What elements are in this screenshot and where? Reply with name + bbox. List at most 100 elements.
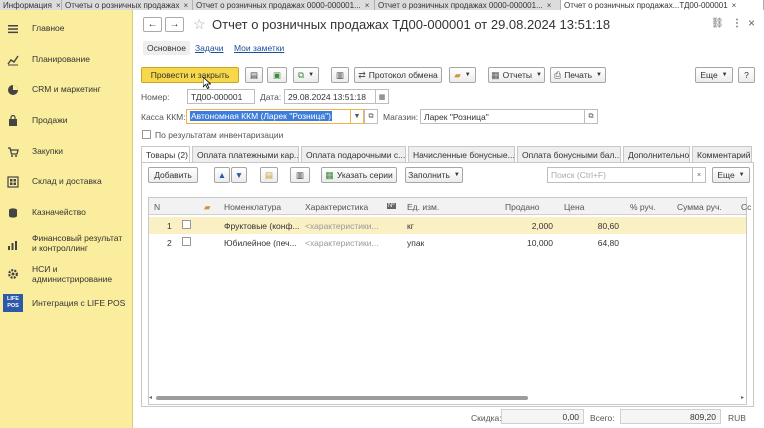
- scroll-right-icon[interactable]: ▸: [741, 394, 744, 401]
- col-item[interactable]: Номенклатура: [224, 202, 281, 212]
- sidebar-item-warehouse[interactable]: Склад и доставка: [0, 176, 133, 190]
- table-row[interactable]: 2 Юбилейное (печ... <характеристики... у…: [149, 234, 746, 251]
- sidebar-item-treasury[interactable]: Казначейство: [0, 207, 133, 221]
- tab-report-active[interactable]: Отчет о розничных продажах...ТД00-000001…: [561, 0, 764, 10]
- bag-icon: [9, 115, 17, 126]
- barcode-button[interactable]: ▥: [290, 167, 310, 183]
- move-up-button[interactable]: ▲: [214, 167, 230, 183]
- subnav-main[interactable]: Основное: [143, 41, 190, 55]
- tab-report-1[interactable]: Отчет о розничных продажах 0000-000001..…: [193, 0, 375, 10]
- shop-open-button[interactable]: ⧉: [584, 109, 598, 124]
- calendar-button[interactable]: ▦: [375, 89, 389, 104]
- structure-button[interactable]: ▥: [331, 67, 349, 83]
- tab-card-payments[interactable]: Оплата платежными кар...: [192, 146, 299, 162]
- chart-icon: [7, 55, 19, 66]
- back-button[interactable]: ←: [143, 17, 162, 32]
- exchange-protocol-button[interactable]: ⇄ Протокол обмена: [354, 67, 442, 83]
- exchange-icon: ⇄: [358, 69, 366, 80]
- sidebar-item-main[interactable]: Главное: [0, 23, 133, 37]
- sidebar-item-planning[interactable]: Планирование: [0, 54, 133, 68]
- discount-label: Скидка:: [471, 413, 502, 423]
- date-field[interactable]: 29.08.2024 13:51:18: [284, 89, 376, 104]
- create-based-on-button[interactable]: ⧉ ▼: [293, 67, 319, 83]
- attachments-button[interactable]: ▰ ▼: [449, 67, 476, 83]
- close-icon[interactable]: ×: [365, 1, 370, 10]
- close-icon[interactable]: ×: [732, 1, 737, 10]
- col-sold[interactable]: Продано: [505, 202, 540, 212]
- kkm-open-button[interactable]: ⧉: [364, 109, 378, 124]
- gear-icon: [8, 269, 18, 279]
- tab-reports-list[interactable]: Отчеты о розничных продажах ×: [62, 0, 193, 10]
- table-row[interactable]: 1 Фруктовые (конф... <характеристики... …: [149, 217, 746, 234]
- close-icon[interactable]: ×: [748, 16, 755, 30]
- pick-button[interactable]: ▤: [260, 167, 278, 183]
- chevron-down-icon: ▼: [353, 113, 361, 120]
- row-checkbox[interactable]: [182, 237, 191, 246]
- col-characteristic[interactable]: Характеристика: [305, 202, 368, 212]
- sidebar-item-sales[interactable]: Продажи: [0, 115, 133, 129]
- tab-comment[interactable]: Комментарий: [692, 146, 752, 162]
- row-checkbox[interactable]: [182, 220, 191, 229]
- folder-icon: ▰: [454, 69, 461, 80]
- tab-gift-payments[interactable]: Оплата подарочными с...: [301, 146, 406, 162]
- sidebar-item-admin[interactable]: НСИ и администрирование: [0, 264, 133, 288]
- tab-goods[interactable]: Товары (2): [141, 146, 190, 162]
- move-down-button[interactable]: ▼: [231, 167, 247, 183]
- kkm-dropdown-button[interactable]: ▼: [350, 109, 364, 124]
- number-label: Номер:: [141, 92, 170, 102]
- horizontal-scrollbar[interactable]: ◂ ▸: [149, 394, 744, 401]
- more-icon[interactable]: ⋮: [732, 18, 742, 29]
- subnav-tasks[interactable]: Задачи: [195, 43, 224, 53]
- subnav-notes[interactable]: Мои заметки: [234, 43, 284, 53]
- scroll-left-icon[interactable]: ◂: [149, 394, 152, 401]
- post-and-close-button[interactable]: Провести и закрыть: [141, 67, 239, 83]
- open-link-icon: ⧉: [368, 112, 374, 120]
- shop-field[interactable]: Ларек "Розница": [420, 109, 585, 124]
- sidebar-item-finance[interactable]: Финансовый результат и контроллинг: [0, 233, 133, 257]
- sidebar-item-purchases[interactable]: Закупки: [0, 146, 133, 160]
- sidebar: Главное Планирование CRM и маркетинг Про…: [0, 10, 133, 428]
- star-icon[interactable]: ☆: [193, 16, 206, 33]
- post-button[interactable]: ▣: [267, 67, 287, 83]
- col-more[interactable]: Сс: [741, 202, 751, 212]
- col-unit[interactable]: Ед. изм.: [407, 202, 439, 212]
- col-n[interactable]: N: [154, 202, 160, 212]
- menu-icon: [8, 25, 18, 34]
- sidebar-item-life-pos[interactable]: LIFE POS Интеграция с LIFE POS: [0, 294, 133, 316]
- add-row-button[interactable]: Добавить: [148, 167, 198, 183]
- col-manual-sum[interactable]: Сумма руч.: [677, 202, 722, 212]
- link-icon[interactable]: ⛓: [711, 18, 724, 29]
- number-field[interactable]: ТД00-000001: [187, 89, 255, 104]
- goods-table[interactable]: N ▰ Номенклатура Характеристика Nº Ед. и…: [148, 197, 751, 405]
- inventory-checkbox[interactable]: [142, 130, 151, 139]
- close-icon[interactable]: ×: [56, 1, 61, 10]
- tab-bonus-accrued[interactable]: Начисленные бонусные...: [408, 146, 515, 162]
- tab-info[interactable]: Информация ×: [0, 0, 62, 10]
- document-icon: ▥: [335, 69, 345, 80]
- tab-additional[interactable]: Дополнительно: [623, 146, 690, 162]
- table-more-button[interactable]: Еще ▼: [712, 167, 750, 183]
- tab-report-2[interactable]: Отчет о розничных продажах 0000-000001..…: [375, 0, 561, 10]
- sidebar-item-crm[interactable]: CRM и маркетинг: [0, 84, 133, 98]
- total-label: Всего:: [590, 413, 615, 423]
- col-price[interactable]: Цена: [564, 202, 584, 212]
- barcode-icon: ▥: [295, 169, 305, 180]
- forward-button[interactable]: →: [165, 17, 184, 32]
- pick-icon: ▤: [264, 169, 274, 180]
- fill-button[interactable]: Заполнить ▼: [405, 167, 463, 183]
- scrollbar-thumb[interactable]: [156, 396, 528, 400]
- search-input[interactable]: Поиск (Ctrl+F): [547, 167, 696, 183]
- save-button[interactable]: ▤: [245, 67, 263, 83]
- reports-button[interactable]: ▦ Отчеты ▼: [488, 67, 545, 83]
- specify-series-button[interactable]: ▦ Указать серии: [321, 167, 397, 183]
- tab-bonus-payments[interactable]: Оплата бонусными бал...: [517, 146, 621, 162]
- search-clear-button[interactable]: ×: [692, 167, 706, 183]
- print-button[interactable]: ⎙ Печать ▼: [550, 67, 606, 83]
- close-icon[interactable]: ×: [183, 1, 188, 10]
- barcode-col-icon: Nº: [387, 203, 396, 209]
- close-icon[interactable]: ×: [547, 1, 552, 10]
- kkm-field[interactable]: Автономная ККМ (Ларек "Розница"): [186, 109, 351, 124]
- col-manual-percent[interactable]: % руч.: [630, 202, 656, 212]
- more-button[interactable]: Еще ▼: [695, 67, 733, 83]
- help-button[interactable]: ?: [738, 67, 755, 83]
